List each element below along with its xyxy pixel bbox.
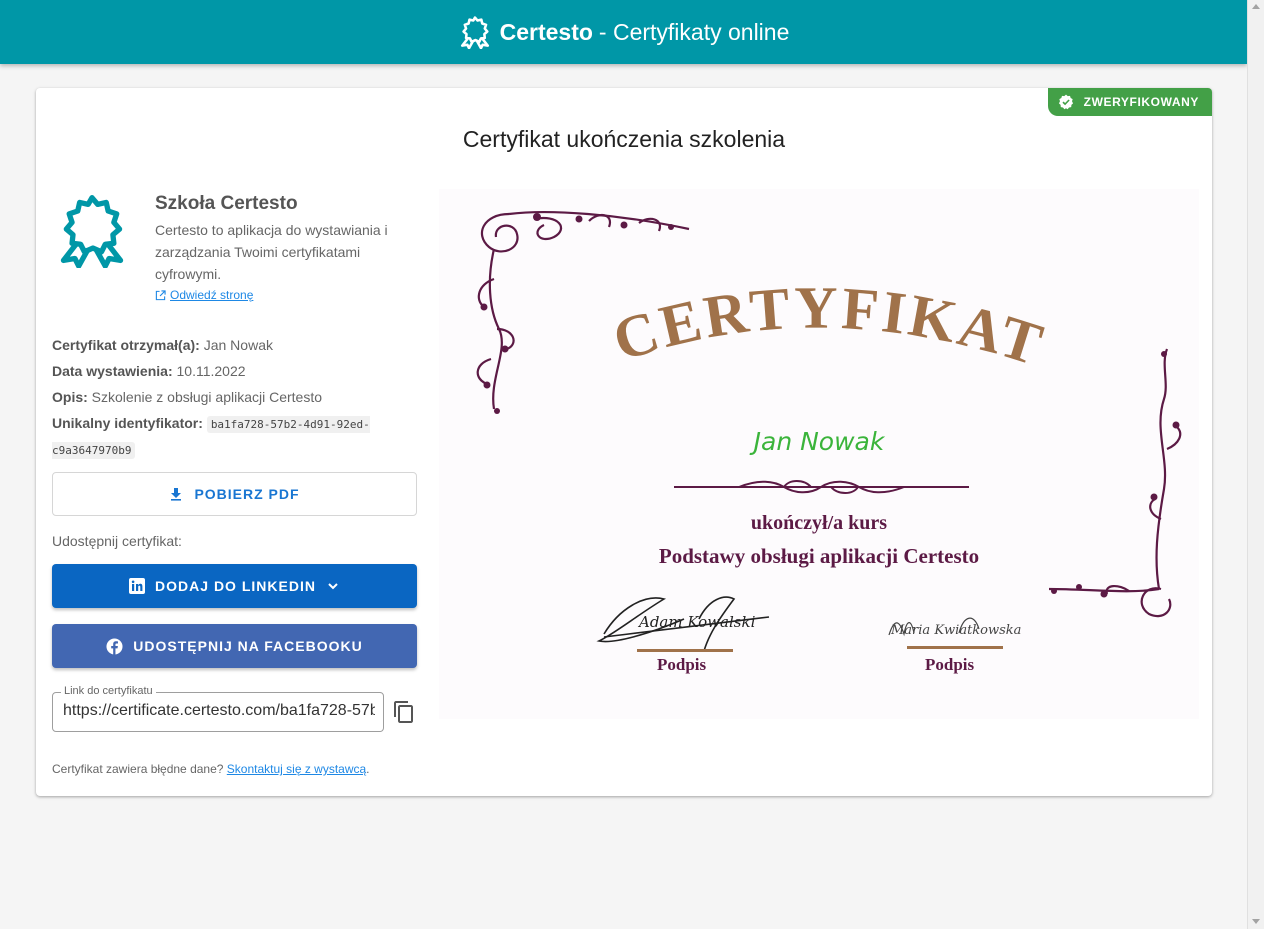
award-rosette-icon <box>460 16 489 49</box>
verified-check-icon <box>1058 94 1073 110</box>
issuer-logo-icon <box>60 195 124 268</box>
report-error-note: Certyfikat zawiera błędne dane? Skontakt… <box>52 762 370 776</box>
facebook-label[interactable]: UDOSTĘPNIJ NA FACEBOOKU <box>133 638 362 654</box>
scroll-up-icon[interactable] <box>1252 4 1260 9</box>
external-link-icon <box>155 289 166 300</box>
description-row: Opis: Szkolenie z obsługi aplikacji Cert… <box>52 384 422 410</box>
scroll-down-icon[interactable] <box>1252 919 1260 924</box>
issue-date-value: 10.11.2022 <box>176 363 246 379</box>
unique-id-row: Unikalny identyfikator: ba1fa728-57b2-4d… <box>52 410 422 462</box>
copy-icon[interactable] <box>392 700 416 724</box>
certificate-link-field[interactable]: Link do certyfikatu <box>52 685 384 732</box>
signature-2-label: Podpis <box>925 655 975 674</box>
report-suffix: . <box>366 762 370 776</box>
signature-1-name: Adam Kowalski <box>639 613 756 631</box>
signature-1-line <box>637 649 733 652</box>
download-icon <box>171 488 182 501</box>
certificate-heading: CERTYFIKAT <box>605 275 1052 379</box>
recipient-row: Certyfikat otrzymał(a): Jan Nowak <box>52 332 422 358</box>
recipient-value: Jan Nowak <box>203 337 273 353</box>
certificate-course-name: Podstawy obsługi aplikacji Certesto <box>658 544 980 568</box>
signature-1-label: Podpis <box>657 655 707 674</box>
issuer-link-label[interactable]: Odwiedź stronę <box>170 288 253 302</box>
certificate-preview: CERTYFIKAT Jan Nowak ukończył/a kurs Pod… <box>439 189 1199 719</box>
share-facebook-button[interactable]: UDOSTĘPNIJ NA FACEBOOKU <box>52 624 417 668</box>
app-brand: Certesto <box>499 18 593 45</box>
share-label: Udostępnij certyfikat: <box>52 533 182 549</box>
certificate-details: Certyfikat otrzymał(a): Jan Nowak Data w… <box>52 332 422 462</box>
facebook-icon <box>106 637 123 655</box>
issue-date-label: Data wystawienia: <box>52 363 173 379</box>
signature-2-line <box>907 646 1003 649</box>
app-header: Certesto - Certyfikaty online <box>0 0 1247 64</box>
download-pdf-button[interactable]: POBIERZ PDF <box>52 472 417 516</box>
issuer-website-link[interactable]: Odwiedź stronę <box>155 288 253 302</box>
signature-2-name: Maria Kwiatkowska <box>891 623 1022 638</box>
issuer-description: Certesto to aplikacja do wystawiania i z… <box>155 222 388 282</box>
report-text: Certyfikat zawiera błędne dane? <box>52 762 224 776</box>
page-scrollbar[interactable] <box>1247 0 1264 929</box>
verified-label: ZWERYFIKOWANY <box>1083 95 1199 109</box>
certificate-completed-text: ukończył/a kurs <box>750 512 888 534</box>
chevron-down-icon[interactable] <box>326 579 340 593</box>
certificate-card: ZWERYFIKOWANY Certyfikat ukończenia szko… <box>36 88 1212 796</box>
unique-id-label: Unikalny identyfikator: <box>52 415 203 431</box>
linkedin-icon <box>129 578 146 594</box>
download-pdf-label[interactable]: POBIERZ PDF <box>194 486 299 502</box>
certificate-link-legend: Link do certyfikatu <box>61 685 156 697</box>
contact-issuer-link[interactable]: Skontaktuj się z wystawcą <box>227 762 366 776</box>
divider-ornament <box>674 480 969 494</box>
certificate-link-input[interactable] <box>63 702 375 720</box>
description-label: Opis: <box>52 389 88 405</box>
linkedin-label[interactable]: DODAJ DO LINKEDIN <box>155 578 316 594</box>
verified-badge: ZWERYFIKOWANY <box>1047 88 1212 116</box>
certificate-recipient: Jan Nowak <box>753 427 885 456</box>
app-tagline: - Certyfikaty online <box>598 18 790 45</box>
description-value: Szkolenie z obsługi aplikacji Certesto <box>91 389 323 405</box>
add-to-linkedin-button[interactable]: DODAJ DO LINKEDIN <box>52 564 417 608</box>
issuer-name: Szkoła Certesto <box>155 193 298 214</box>
certificate-title: Certyfikat ukończenia szkolenia <box>462 126 786 152</box>
recipient-label: Certyfikat otrzymał(a): <box>52 337 200 353</box>
ornament-bottom-right <box>1048 348 1182 618</box>
issue-date-row: Data wystawienia: 10.11.2022 <box>52 358 422 384</box>
